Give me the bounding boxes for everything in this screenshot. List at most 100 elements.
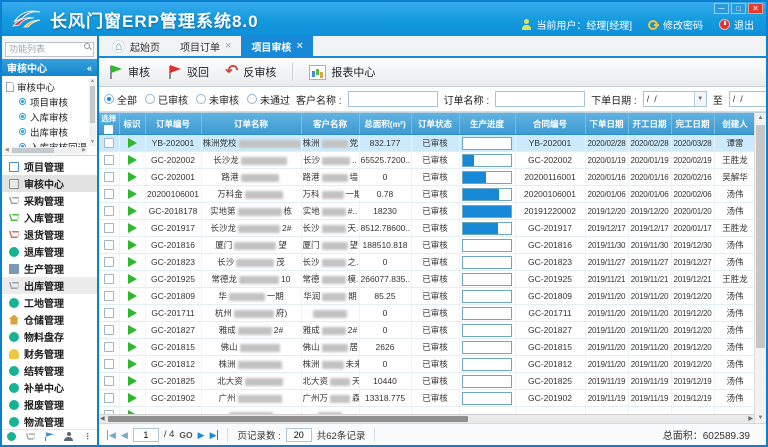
sidebar-item-项目管理[interactable]: 项目管理 [2, 158, 97, 175]
table-row[interactable]: GC-201812株洲株洲未来0已审核GC-2018122019/11/2020… [99, 356, 756, 373]
column-header-开工日期[interactable]: 开工日期 [628, 113, 671, 135]
row-checkbox[interactable] [104, 291, 114, 301]
column-header-生产进度[interactable]: 生产进度 [459, 113, 515, 135]
person-icon[interactable] [64, 432, 73, 441]
sidebar-item-仓储管理[interactable]: 仓储管理 [2, 311, 97, 328]
column-header-订单名称[interactable]: 订单名称 [201, 113, 301, 135]
tab-项目审核[interactable]: 项目审核× [241, 36, 312, 56]
sidebar-item-生产管理[interactable]: 生产管理 [2, 260, 97, 277]
column-header-总面积(m²)[interactable]: 总面积(m²) [359, 113, 411, 135]
column-header-完工日期[interactable]: 完工日期 [671, 113, 714, 135]
go-button[interactable]: GO [179, 430, 192, 440]
table-row[interactable]: GC-201809华一期华润期85.25已审核GC-2018092019/11/… [99, 288, 756, 305]
page-size-input[interactable] [286, 428, 312, 442]
row-checkbox[interactable] [104, 257, 114, 267]
审核-button[interactable]: 审核 [107, 64, 150, 81]
table-row[interactable]: GC-202002长沙龙长沙..65525.7200..已审核GC-202002… [99, 152, 756, 169]
cart-icon[interactable] [26, 432, 35, 441]
table-row[interactable]: GC-201825北大资北大资天..10440已审核GC-2018252019/… [99, 373, 756, 390]
table-row[interactable]: GC-2018178实地第栋实地#..18230已审核2019122000220… [99, 203, 756, 220]
order-date-from-picker[interactable]: ▼ [643, 91, 707, 107]
page-number-input[interactable] [133, 428, 159, 442]
table-row[interactable]: GC-201823长沙茂长沙之..0已审核GC-2018232019/11/27… [99, 254, 756, 271]
radio-全部[interactable]: 全部 [104, 92, 137, 107]
row-checkbox[interactable] [104, 359, 114, 369]
order-date-from-input[interactable] [644, 94, 694, 104]
column-header-下单日期[interactable]: 下单日期 [585, 113, 628, 135]
sidebar-item-审核中心[interactable]: 审核中心 [2, 175, 97, 192]
scroll-thumb[interactable] [108, 416, 468, 422]
order-name-input[interactable] [495, 91, 585, 107]
column-header-合同编号[interactable]: 合同编号 [515, 113, 585, 135]
row-checkbox[interactable] [104, 206, 114, 216]
row-checkbox[interactable] [104, 155, 114, 165]
column-header-订单编号[interactable]: 订单编号 [145, 113, 201, 135]
tab-项目订单[interactable]: 项目订单× [170, 36, 241, 56]
驳回-button[interactable]: 驳回 [166, 64, 209, 81]
sidebar-item-财务管理[interactable]: 财务管理 [2, 345, 97, 362]
tree-item-入库审核[interactable]: 入库审核 [19, 109, 87, 124]
table-row[interactable]: GC-201917长沙龙2#长沙天..8512.78600..已审核GC-201… [99, 220, 756, 237]
scroll-left-icon[interactable]: ◀ [5, 147, 9, 154]
sidebar-item-物料盘存[interactable]: 物料盘存 [2, 328, 97, 345]
table-row[interactable]: YB-202001株洲党校株洲党..832.177已审核YB-202001202… [99, 135, 756, 152]
row-checkbox[interactable] [104, 325, 114, 335]
order-date-to-picker[interactable]: ▼ [729, 91, 766, 107]
table-row[interactable]: GC-202001路港路港墙0已审核202001160012020/01/162… [99, 169, 756, 186]
sidebar-item-入库管理[interactable]: 入库管理 [2, 209, 97, 226]
row-checkbox[interactable] [104, 308, 114, 318]
row-checkbox[interactable] [104, 172, 114, 182]
column-header-选择[interactable]: 选择 [99, 113, 119, 135]
customer-name-input[interactable] [348, 91, 438, 107]
table-row[interactable]: GC-201925常德龙10常德模..266077.835..已审核GC-201… [99, 271, 756, 288]
grid-vertical-scrollbar[interactable]: ▲▼ [754, 113, 766, 423]
first-page-button[interactable]: ◀ [107, 430, 116, 440]
table-row[interactable]: GC-201827雅成2#雅成2#0已审核GC-2018272019/11/20… [99, 322, 756, 339]
row-checkbox[interactable] [104, 393, 114, 403]
tab-起始页[interactable]: ⌂起始页 [102, 36, 170, 56]
next-page-button[interactable]: ▶ [198, 430, 205, 440]
scroll-up-icon[interactable]: ▲ [755, 113, 766, 123]
column-header-订单状态[interactable]: 订单状态 [411, 113, 459, 135]
close-icon[interactable]: × [225, 41, 231, 51]
row-checkbox[interactable] [104, 189, 114, 199]
chevron-down-icon[interactable]: ▼ [694, 92, 706, 106]
more-icon[interactable]: ⋮ [83, 432, 92, 441]
sidebar-item-出库管理[interactable]: 出库管理 [2, 277, 97, 294]
close-button[interactable]: ✕ [748, 3, 763, 14]
tree-root[interactable]: 审核中心 [6, 79, 87, 94]
minimize-button[interactable]: ─ [714, 3, 729, 14]
sidebar-item-采购管理[interactable]: 采购管理 [2, 192, 97, 209]
select-all-checkbox[interactable] [104, 125, 113, 134]
column-header-创建人[interactable]: 创建人 [714, 113, 756, 135]
tree-horizontal-scrollbar[interactable]: ◀▶ [4, 147, 87, 154]
scroll-down-icon[interactable]: ▼ [755, 413, 766, 423]
collapse-icon[interactable]: « [87, 63, 92, 73]
radio-未通过[interactable]: 未通过 [247, 92, 290, 107]
table-row[interactable]: GC-201902广州广州万森林13318.775已审核GC-201902201… [99, 390, 756, 407]
radio-未审核[interactable]: 未审核 [196, 92, 239, 107]
radio-已审核[interactable]: 已审核 [145, 92, 188, 107]
logout-button[interactable]: 退出 [719, 17, 754, 32]
column-header-客户名称[interactable]: 客户名称 [301, 113, 359, 135]
tree-item-项目审核[interactable]: 项目审核 [19, 94, 87, 109]
sidebar-item-补单中心[interactable]: 补单中心 [2, 379, 97, 396]
scroll-left-icon[interactable]: ◀ [100, 415, 105, 423]
sidebar-item-报废管理[interactable]: 报废管理 [2, 396, 97, 413]
prev-page-button[interactable]: ◀ [121, 430, 128, 440]
scroll-thumb[interactable] [12, 148, 54, 153]
last-page-button[interactable]: ▶ [210, 430, 219, 440]
报表中心-button[interactable]: 报表中心 [309, 64, 375, 80]
sidebar-item-退库管理[interactable]: 退库管理 [2, 243, 97, 260]
row-checkbox[interactable] [104, 274, 114, 284]
sidebar-item-工地管理[interactable]: 工地管理 [2, 294, 97, 311]
sidebar-item-退货管理[interactable]: 退货管理 [2, 226, 97, 243]
scroll-up-icon[interactable]: ▲ [89, 78, 96, 85]
table-row[interactable]: 20200106001万科金万科一期0.78已审核202001060012020… [99, 186, 756, 203]
row-checkbox[interactable] [104, 223, 114, 233]
tree-item-出库审核[interactable]: 出库审核 [19, 124, 87, 139]
column-header-标识[interactable]: 标识 [119, 113, 145, 135]
sidebar-item-物流管理[interactable]: 物流管理 [2, 413, 97, 429]
scroll-right-icon[interactable]: ▶ [82, 147, 86, 154]
flag-icon[interactable] [45, 432, 54, 441]
